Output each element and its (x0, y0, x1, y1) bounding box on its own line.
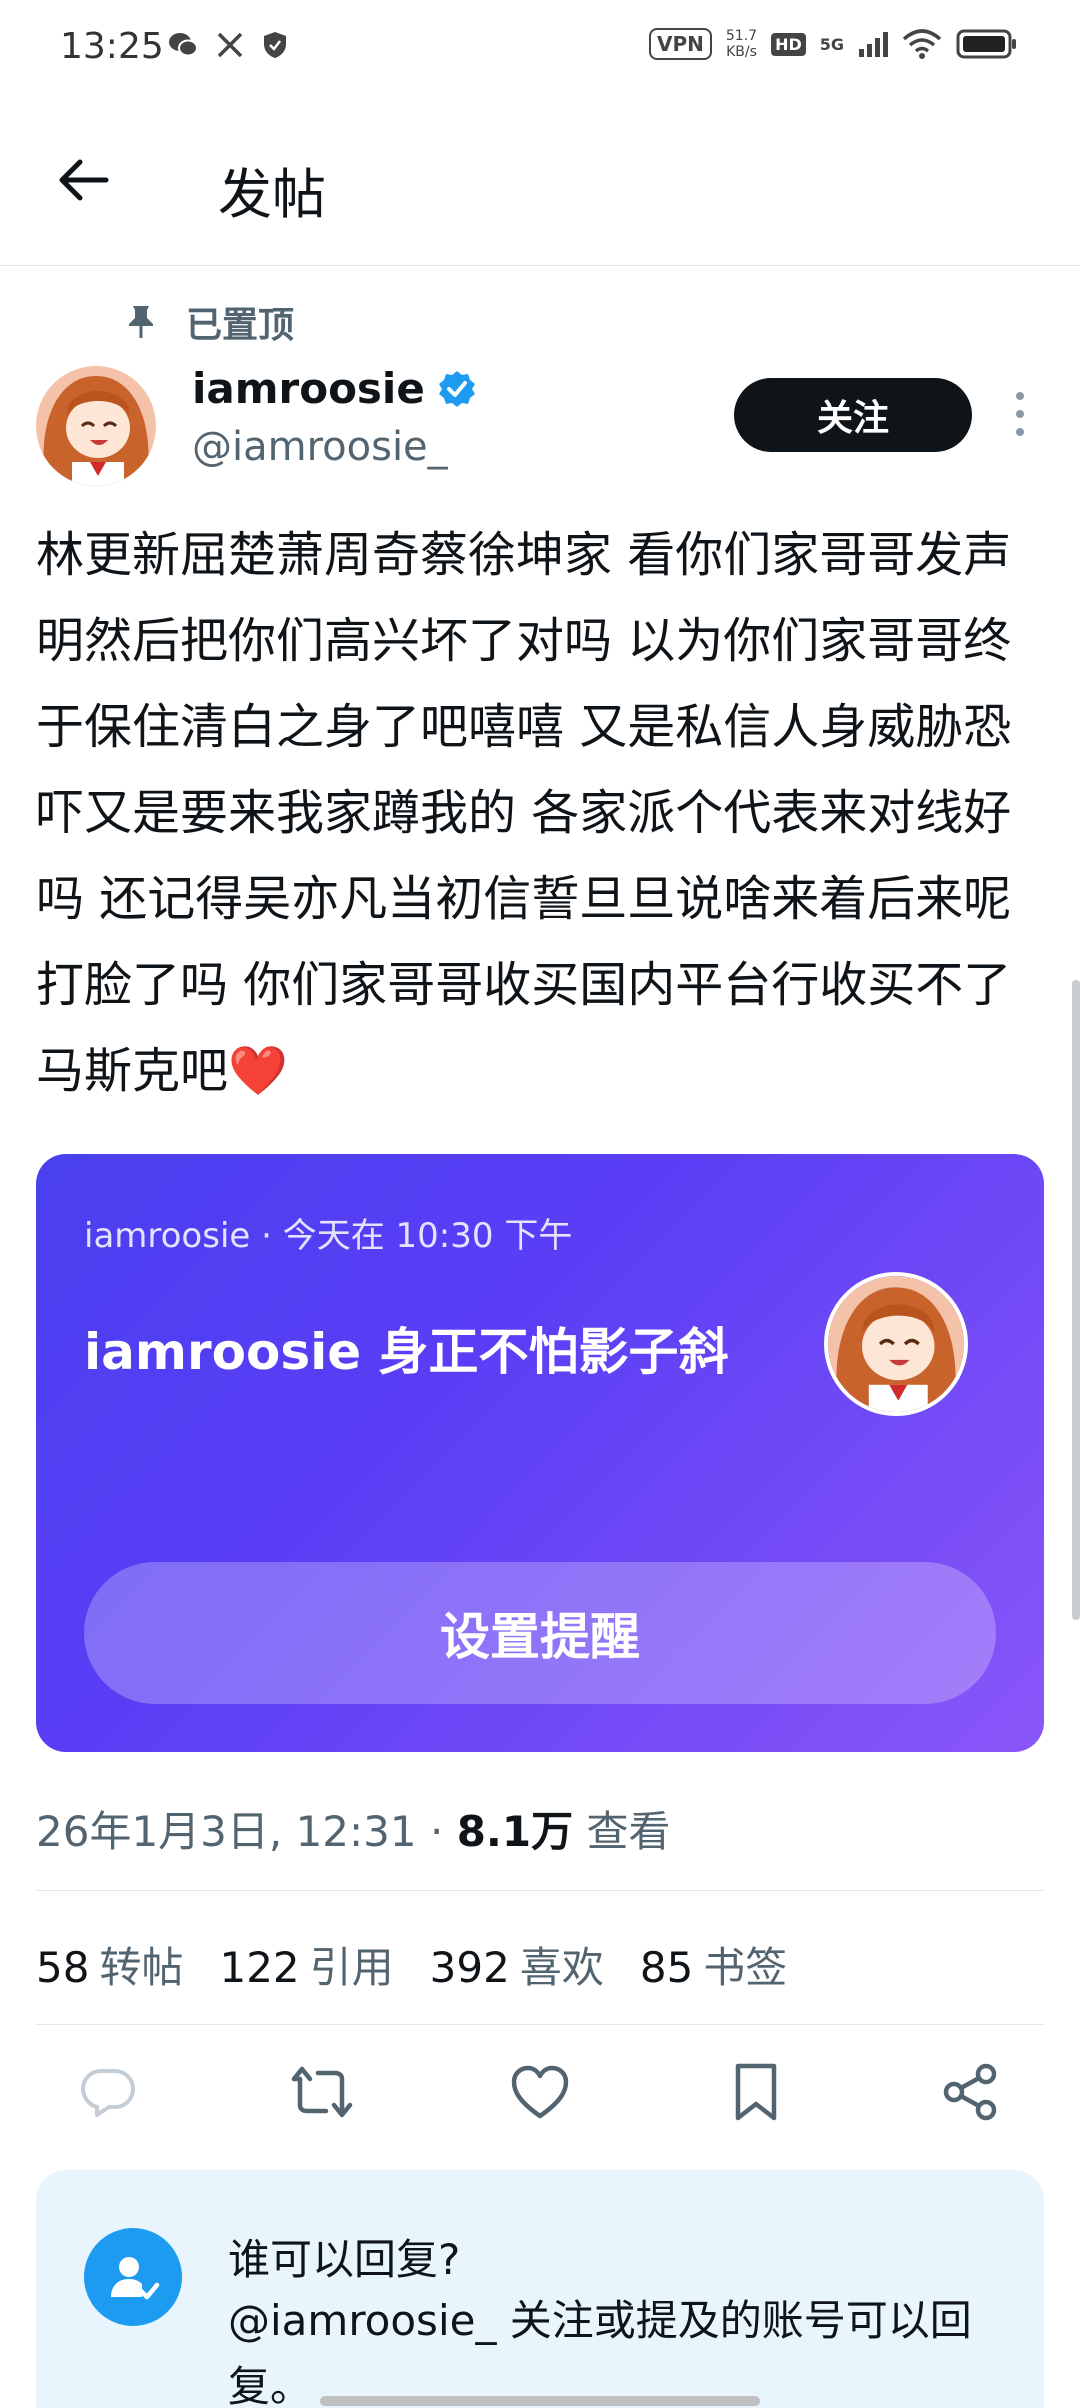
tweet-date: 26年1月3日, 12:31 · (36, 1807, 457, 1856)
reply-permission-icon-wrap (84, 2228, 182, 2326)
reply-icon (81, 2069, 135, 2117)
author-handle[interactable]: @iamroosie_ (192, 424, 448, 470)
author-avatar[interactable] (36, 366, 156, 486)
avatar-image (36, 366, 156, 486)
space-card[interactable]: iamroosie · 今天在 10:30 下午 iamroosie 身正不怕影… (36, 1154, 1044, 1752)
author-display-name[interactable]: iamroosie (192, 364, 425, 413)
battery-icon (956, 29, 1016, 59)
back-button[interactable] (54, 150, 114, 210)
stat-label: 书签 (703, 1943, 788, 1992)
network-speed: 51.7 KB/s (726, 28, 757, 60)
retweet-button[interactable] (290, 2060, 354, 2124)
system-indicators: VPN 51.7 KB/s HD 5G (649, 28, 1018, 60)
share-icon (943, 2063, 997, 2121)
more-options-button[interactable] (1002, 388, 1038, 440)
user-check-icon (111, 2257, 160, 2300)
follow-button[interactable]: 关注 (734, 378, 972, 452)
wechat-icon (169, 33, 198, 57)
hd-badge: HD (771, 32, 806, 56)
stat-bookmarks[interactable]: 85 书签 (640, 1934, 787, 1995)
engagement-stats: 58 转帖 122 引用 392 喜欢 85 书签 (36, 1934, 787, 1995)
tweet-timestamp: 26年1月3日, 12:31 · 8.1万 查看 (36, 1798, 670, 1859)
set-reminder-button[interactable]: 设置提醒 (84, 1562, 996, 1704)
stat-likes[interactable]: 392 喜欢 (430, 1934, 604, 1995)
bookmark-icon (735, 2063, 777, 2121)
arrow-left-icon (59, 159, 109, 201)
top-app-bar: 发帖 (0, 98, 1080, 266)
stat-label: 转帖 (99, 1943, 184, 1992)
stat-number: 58 (36, 1943, 90, 1992)
pin-icon (129, 306, 153, 338)
divider (36, 2024, 1044, 2025)
like-button[interactable] (508, 2060, 572, 2124)
retweet-icon (291, 2066, 353, 2118)
share-button[interactable] (938, 2060, 1002, 2124)
card-meta: iamroosie · 今天在 10:30 下午 (84, 1216, 573, 1256)
vpn-badge: VPN (649, 28, 712, 60)
stat-quotes[interactable]: 122 引用 (219, 1934, 393, 1995)
stat-number: 85 (639, 1943, 694, 1992)
tweet-text: 林更新屈楚萧周奇蔡徐坤家 看你们家哥哥发声明然后把你们高兴坏了对吗 以为你们家哥… (36, 512, 1046, 1114)
x-logo-icon (217, 32, 243, 58)
verified-badge-icon (438, 370, 475, 407)
speed-value: 51.7 (725, 28, 758, 44)
speed-unit: KB/s (726, 44, 757, 60)
stat-retweets[interactable]: 58 转帖 (36, 1934, 183, 1995)
reply-title: 谁可以回复? (228, 2235, 461, 2284)
divider (36, 1890, 1044, 1891)
reply-button[interactable] (76, 2060, 140, 2124)
reply-description: @iamroosie_ 关注或提及的账号可以回复。 (228, 2296, 972, 2408)
page-title: 发帖 (218, 163, 326, 226)
heart-emoji: ❤️ (228, 1043, 288, 1099)
card-host-avatar (824, 1272, 968, 1416)
card-avatar-image (828, 1276, 964, 1412)
stat-label: 引用 (309, 1943, 394, 1992)
shield-icon (264, 32, 286, 58)
bookmark-button[interactable] (724, 2060, 788, 2124)
tweet-body: 林更新屈楚萧周奇蔡徐坤家 看你们家哥哥发声明然后把你们高兴坏了对吗 以为你们家哥… (36, 527, 1012, 1099)
stat-number: 392 (429, 1943, 510, 1992)
wifi-icon (902, 29, 942, 59)
view-count: 8.1万 (456, 1807, 574, 1856)
heart-outline-icon (511, 2065, 569, 2119)
stat-label: 喜欢 (519, 1943, 604, 1992)
author-name-row[interactable]: iamroosie (192, 364, 477, 413)
notification-icons (168, 30, 288, 60)
scrollbar[interactable] (1072, 980, 1080, 1620)
action-bar (0, 2060, 1080, 2130)
status-time: 13:25 (60, 26, 164, 67)
card-title: iamroosie 身正不怕影子斜 (84, 1323, 729, 1381)
stat-number: 122 (219, 1943, 300, 1992)
home-indicator[interactable] (320, 2396, 760, 2406)
status-bar: 13:25 VPN 51.7 KB/s HD 5G (0, 0, 1080, 98)
network-type: 5G (819, 34, 844, 54)
reply-restriction-notice: 谁可以回复? @iamroosie_ 关注或提及的账号可以回复。 (36, 2170, 1044, 2408)
pinned-label: 已置顶 (186, 305, 295, 346)
more-vertical-icon (1016, 392, 1024, 436)
pinned-indicator: 已置顶 (126, 296, 294, 348)
signal-icon (859, 32, 888, 57)
view-label: 查看 (573, 1807, 671, 1856)
